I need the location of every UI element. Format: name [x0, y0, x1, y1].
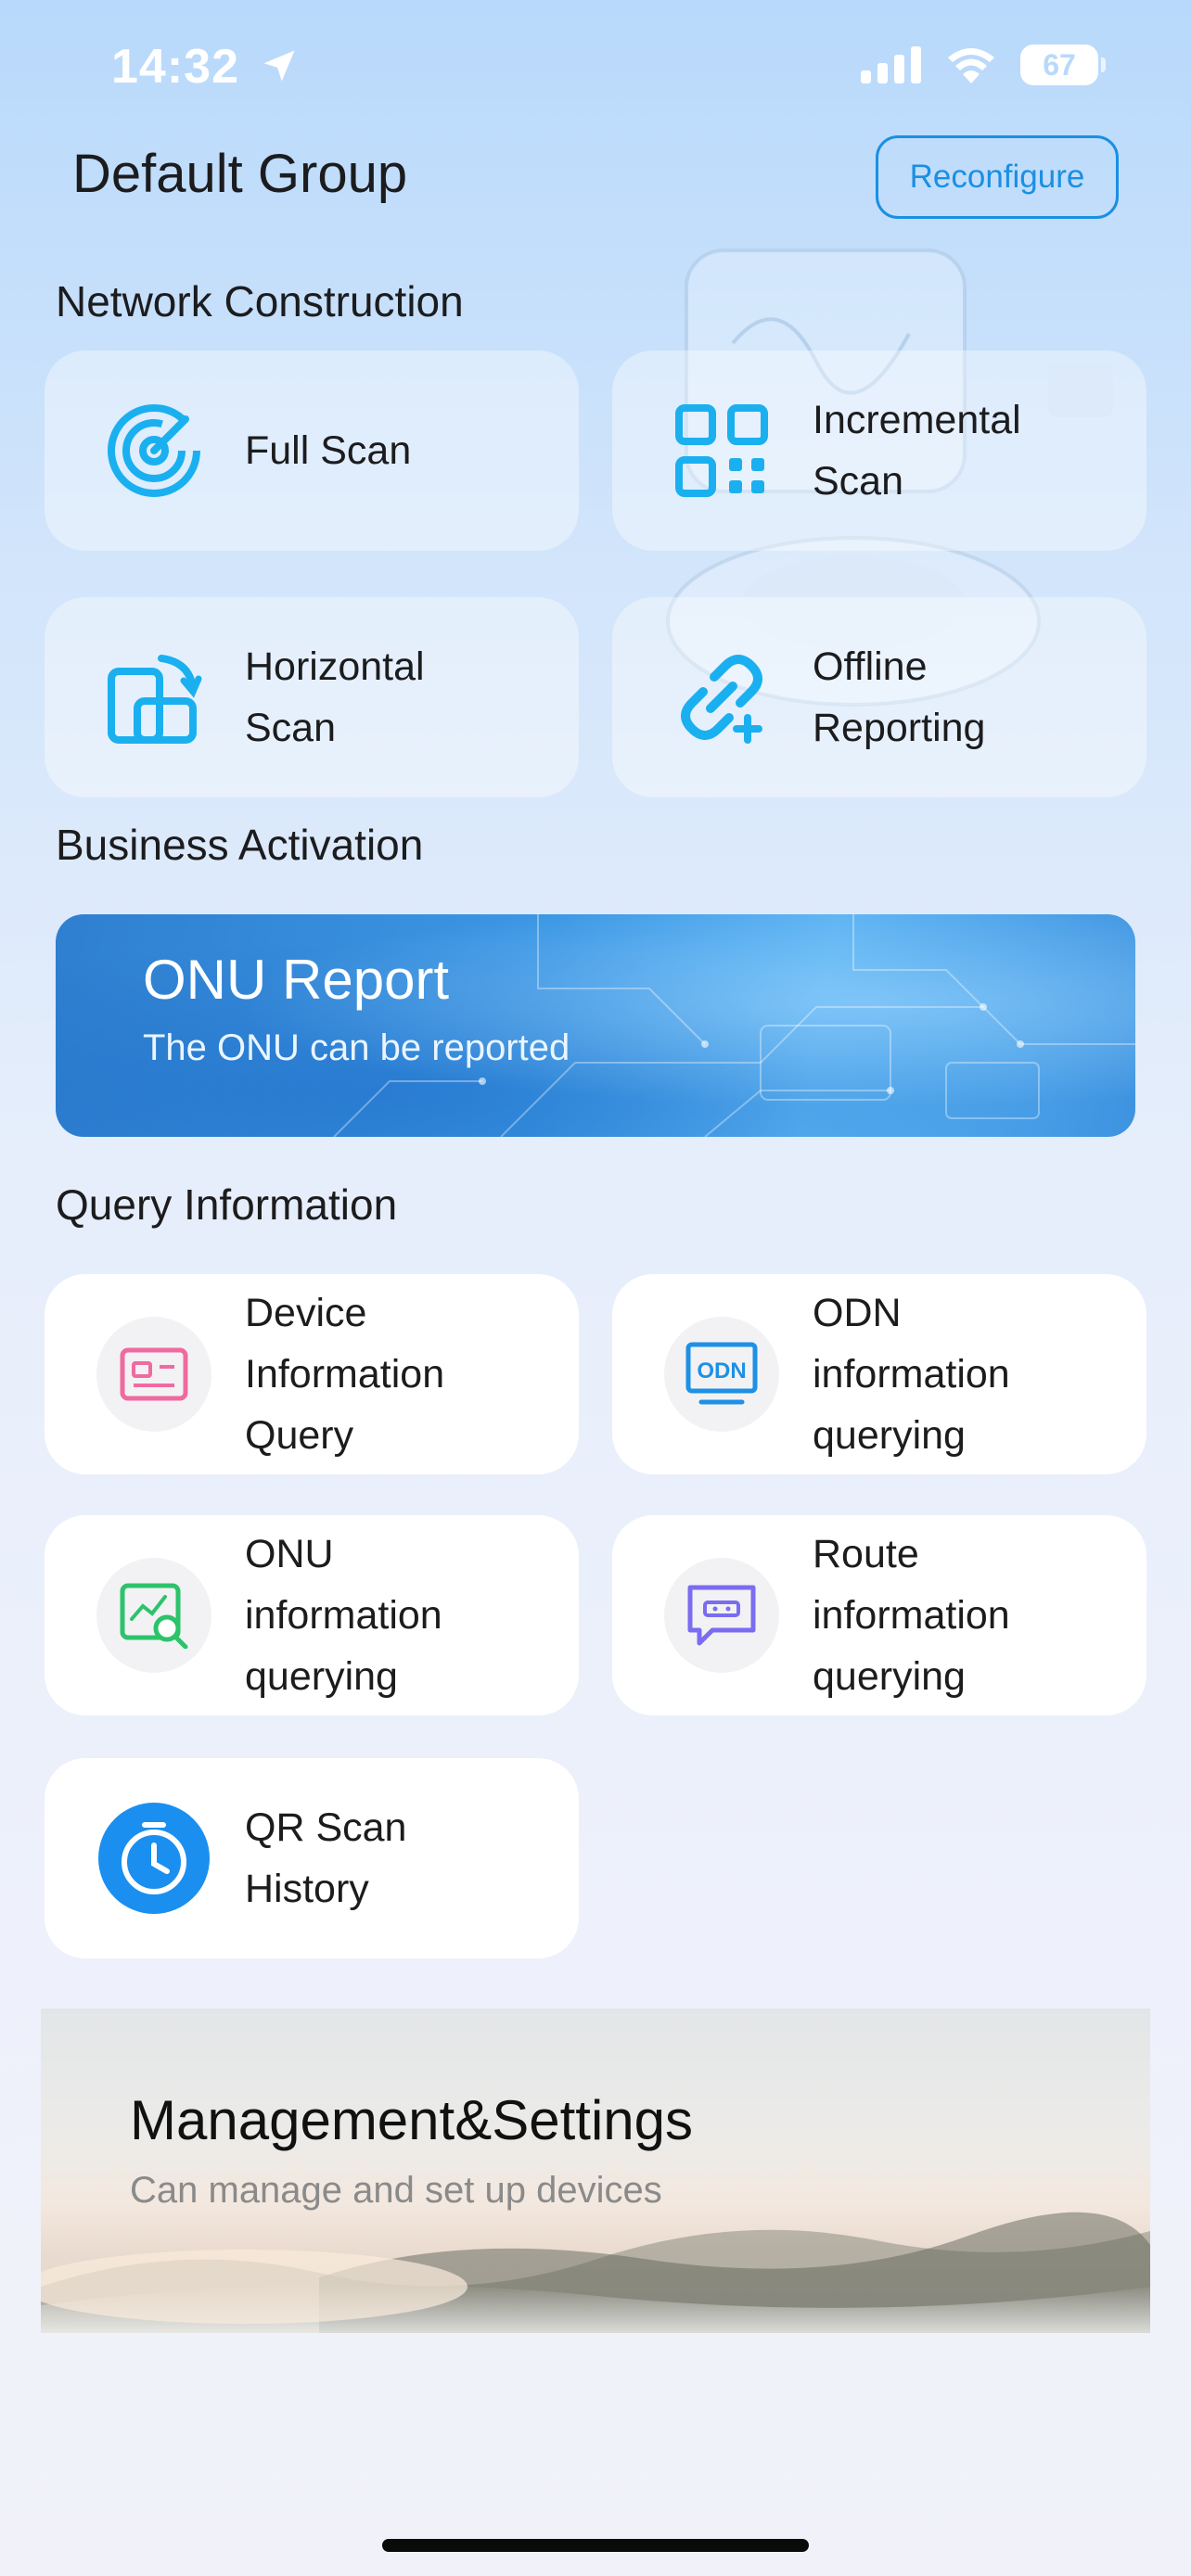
- onu-report-title: ONU Report: [143, 949, 450, 1011]
- qr-scan-history-label: QR Scan History: [245, 1805, 407, 1911]
- odn-information-querying-card[interactable]: ODN ODN information querying: [612, 1274, 1146, 1474]
- onu-report-subtitle: The ONU can be reported: [143, 1027, 570, 1068]
- onu-information-querying-label: ONU information querying: [245, 1532, 442, 1699]
- clock-icon: [96, 1801, 211, 1916]
- id-card-icon: [96, 1317, 211, 1432]
- management-settings-title: Management&Settings: [130, 2089, 694, 2151]
- status-time: 14:32: [111, 39, 300, 95]
- odn-monitor-icon: ODN: [664, 1317, 779, 1432]
- signal-icon: [861, 46, 921, 83]
- management-settings-subtitle: Can manage and set up devices: [130, 2170, 662, 2211]
- battery-icon: 67: [1020, 45, 1106, 85]
- section-title-network-construction: Network Construction: [56, 277, 464, 325]
- section-title-query-information: Query Information: [56, 1180, 398, 1229]
- reconfigure-label: Reconfigure: [909, 159, 1085, 195]
- message-icon: [664, 1558, 779, 1673]
- device-information-query-card[interactable]: Device Information Query: [45, 1274, 579, 1474]
- rotate-device-icon: [96, 640, 211, 755]
- qr-scan-history-card[interactable]: QR Scan History: [45, 1758, 579, 1958]
- svg-text:ODN: ODN: [697, 1358, 746, 1384]
- horizontal-scan-label: Horizontal Scan: [245, 644, 425, 750]
- radar-icon: [96, 393, 211, 508]
- status-icons: 67: [861, 45, 1106, 85]
- horizontal-scan-card[interactable]: Horizontal Scan: [45, 597, 579, 797]
- full-scan-card[interactable]: Full Scan: [45, 351, 579, 551]
- route-information-querying-card[interactable]: Route information querying: [612, 1515, 1146, 1715]
- device-information-query-label: Device Information Query: [245, 1291, 445, 1458]
- incremental-scan-card[interactable]: Incremental Scan: [612, 351, 1146, 551]
- location-arrow-icon: [263, 50, 295, 82]
- reconfigure-button[interactable]: Reconfigure: [876, 135, 1119, 219]
- wifi-icon: [948, 48, 994, 83]
- battery-level: 67: [1043, 47, 1076, 82]
- route-information-querying-label: Route information querying: [813, 1532, 1010, 1699]
- section-title-business-activation: Business Activation: [56, 821, 424, 869]
- qr-code-icon: [664, 393, 779, 508]
- management-settings-banner[interactable]: Management&Settings Can manage and set u…: [41, 2009, 1150, 2333]
- onu-report-banner[interactable]: ONU Report The ONU can be reported: [56, 914, 1135, 1137]
- full-scan-label: Full Scan: [245, 428, 412, 473]
- incremental-scan-label: Incremental Scan: [813, 398, 1021, 504]
- onu-information-querying-card[interactable]: ONU information querying: [45, 1515, 579, 1715]
- link-icon: [664, 640, 779, 755]
- status-time-text: 14:32: [111, 40, 239, 94]
- odn-information-querying-label: ODN information querying: [813, 1291, 1010, 1458]
- offline-reporting-card[interactable]: Offline Reporting: [612, 597, 1146, 797]
- chart-search-icon: [96, 1558, 211, 1673]
- home-indicator[interactable]: [382, 2539, 809, 2552]
- page-title: Default Group: [72, 144, 408, 204]
- offline-reporting-label: Offline Reporting: [813, 644, 986, 750]
